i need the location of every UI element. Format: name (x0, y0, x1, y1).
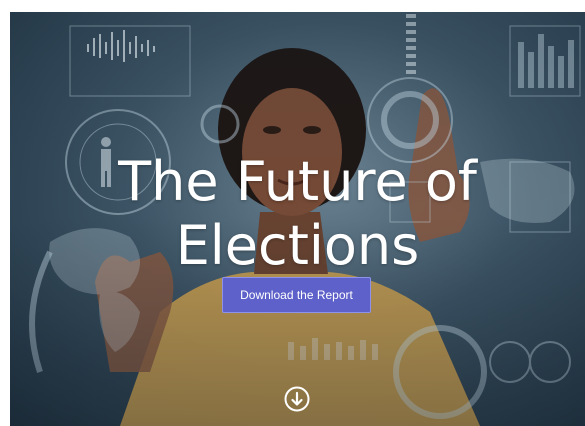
download-report-button[interactable]: Download the Report (222, 277, 371, 313)
arrow-down-circle-icon[interactable] (283, 385, 311, 413)
hero-section: The Future of Elections Download the Rep… (10, 12, 585, 426)
page-title-line-1: The Future of (118, 150, 477, 213)
page-title-line-2: Elections (175, 214, 420, 277)
page-title: The Future of Elections (10, 150, 585, 278)
